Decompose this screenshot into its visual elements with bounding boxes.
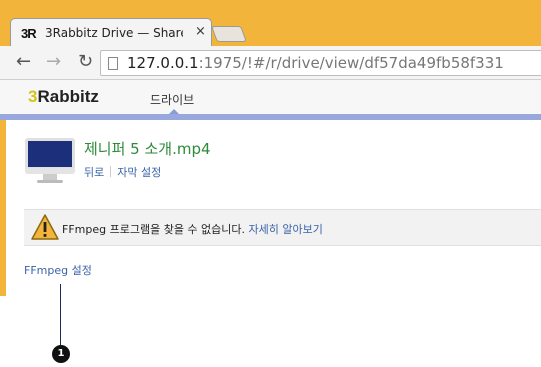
address-bar[interactable]: 127.0.0.1:1975/!#/r/drive/view/df57da49f… [100, 50, 541, 76]
warning-text: FFmpeg 프로그램을 찾을 수 없습니다. [62, 223, 246, 236]
ffmpeg-warning: FFmpeg 프로그램을 찾을 수 없습니다. 자세히 알아보기 [24, 209, 541, 246]
close-tab-icon[interactable]: × [195, 24, 206, 39]
forward-arrow-icon[interactable]: → [46, 52, 61, 72]
app-header: 3Rabbitz 드라이브 [0, 80, 541, 114]
window-frame-edge [0, 120, 6, 296]
favicon-logo: 3R [21, 26, 37, 41]
url-path: :1975/!#/r/drive/view/df57da49fb58f331 [198, 54, 504, 72]
file-actions: 뒤로 자막 설정 [84, 164, 161, 180]
link-divider [110, 166, 112, 177]
page-icon [108, 57, 118, 70]
video-file-icon [25, 138, 75, 188]
new-tab-button[interactable] [211, 26, 247, 42]
warning-message: FFmpeg 프로그램을 찾을 수 없습니다. 자세히 알아보기 [62, 221, 323, 237]
browser-window: 3R 3Rabbitz Drive — Share f × ← → ↻ 127.… [0, 0, 541, 296]
back-arrow-icon[interactable]: ← [16, 52, 31, 72]
browser-toolbar: ← → ↻ 127.0.0.1:1975/!#/r/drive/view/df5… [0, 46, 541, 80]
main-content: 제니퍼 5 소개.mp4 뒤로 자막 설정 FFmpeg 프로그램을 찾을 수 없… [0, 120, 541, 296]
nav-drive[interactable]: 드라이브 [150, 91, 194, 108]
url-host: 127.0.0.1 [127, 54, 199, 72]
back-link[interactable]: 뒤로 [84, 166, 104, 179]
tab-strip: 3R 3Rabbitz Drive — Share f × [0, 0, 541, 48]
callout-badge: 1 [52, 345, 70, 363]
logo-text: Rabbitz [37, 87, 99, 106]
app-logo[interactable]: 3Rabbitz [28, 87, 99, 107]
callout-line [60, 284, 61, 346]
tab-title: 3Rabbitz Drive — Share f [45, 26, 183, 40]
ffmpeg-settings-link[interactable]: FFmpeg 설정 [24, 262, 92, 278]
reload-icon[interactable]: ↻ [78, 52, 93, 72]
subtitle-settings-link[interactable]: 자막 설정 [117, 166, 161, 179]
warning-icon [31, 214, 59, 240]
file-title: 제니퍼 5 소개.mp4 [84, 140, 211, 158]
url-text: 127.0.0.1:1975/!#/r/drive/view/df57da49f… [127, 54, 504, 72]
learn-more-link[interactable]: 자세히 알아보기 [249, 223, 323, 236]
browser-tab[interactable]: 3R 3Rabbitz Drive — Share f × [10, 18, 212, 48]
